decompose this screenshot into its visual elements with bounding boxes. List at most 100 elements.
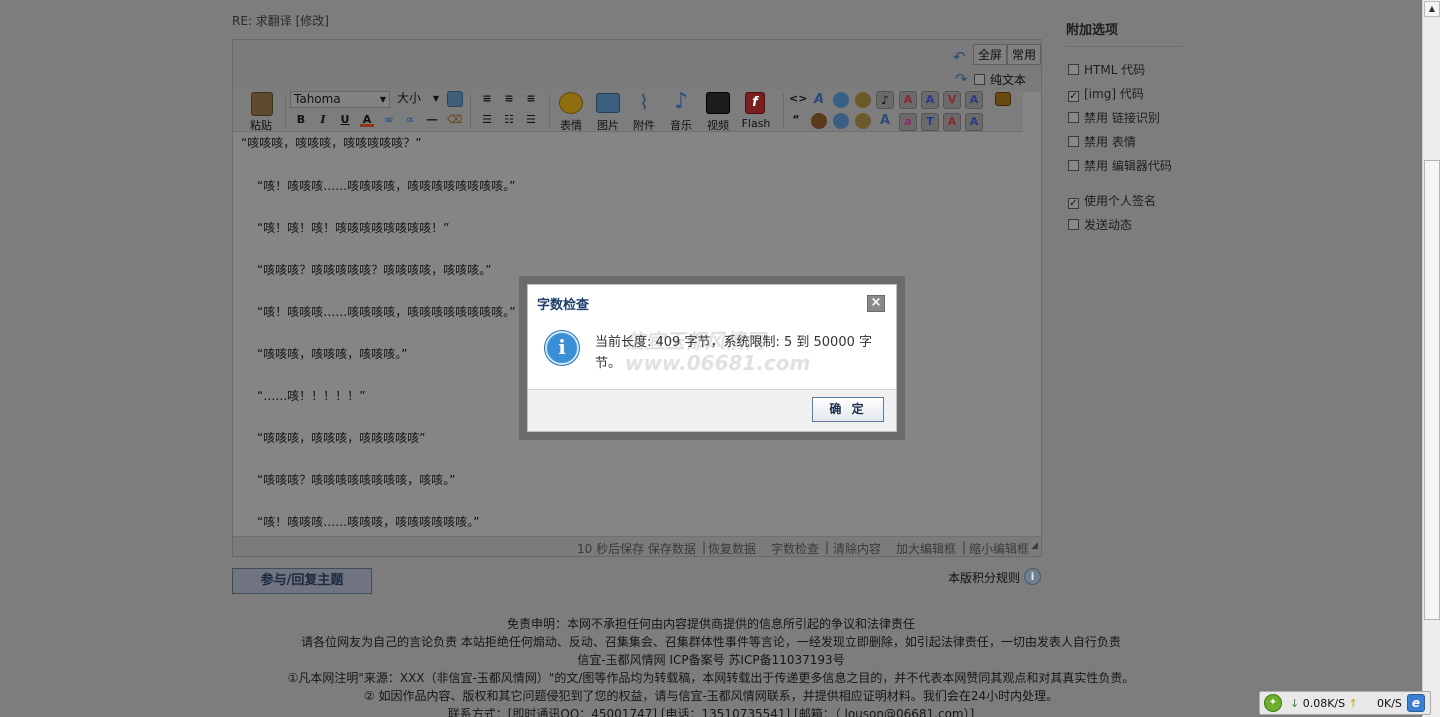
dialog-title: 字数检查 [537, 298, 590, 313]
checkbox[interactable] [1068, 219, 1079, 230]
footer-disclaimer: 免责申明：本网不承担任何由内容提供商提供的信息所引起的争议和法律责任 [506, 617, 915, 631]
enlarge-editor-link[interactable]: 加大编辑框 [896, 540, 956, 557]
color-wheel-icon[interactable] [855, 92, 871, 108]
align-right-icon[interactable]: ≡ [524, 92, 538, 106]
fullscreen-button[interactable]: 全屏 [973, 44, 1008, 65]
browser-icon[interactable]: e [1407, 694, 1425, 712]
autosave-status[interactable]: 10 秒后保存 保存数据 [577, 540, 696, 557]
undo-icon[interactable]: ↶ [953, 48, 966, 66]
checkbox[interactable] [1068, 64, 1079, 75]
music-icon[interactable]: ♪ [671, 91, 691, 115]
font-color-icon[interactable]: A [360, 113, 374, 127]
flash-icon[interactable]: f [745, 92, 765, 114]
footer-copyright-note: ② 如因作品内容、版权和其它问题侵犯到了您的权益，请与信宜-玉都风情网联系，并提… [363, 689, 1059, 703]
italic-icon[interactable]: I [316, 113, 330, 127]
vertical-scrollbar[interactable]: ▲ [1422, 0, 1440, 717]
font-a-icon[interactable]: A [899, 91, 917, 109]
checkbox[interactable]: ✓ [1068, 198, 1079, 209]
unlink-icon[interactable]: ∝ [403, 113, 417, 127]
font-c-icon[interactable]: V [943, 91, 961, 109]
post-subject[interactable]: RE: 求翻译 [修改] [232, 12, 329, 29]
text-shadow-icon[interactable]: A [877, 113, 893, 129]
font-e-icon[interactable]: a [899, 113, 917, 131]
shrink-editor-link[interactable]: 缩小编辑框 [969, 540, 1029, 557]
common-button[interactable]: 常用 [1007, 44, 1041, 65]
upload-arrow-icon: ↑ [1348, 697, 1358, 710]
bold-icon[interactable]: B [294, 113, 308, 127]
font-f-icon[interactable]: T [921, 113, 939, 131]
chevron-down-icon: ▼ [432, 94, 439, 103]
clear-format-icon[interactable]: ⌫ [447, 113, 463, 127]
font-size-select[interactable]: 大小 ▼ [394, 91, 442, 108]
editor-toolbar-top: ↶ 全屏 常用 ↷ 纯文本 [233, 40, 1041, 92]
accelerator-logo-icon[interactable]: ✦ [1264, 694, 1282, 712]
font-name-select[interactable]: Tahoma ▼ [290, 91, 390, 108]
plain-text-checkbox[interactable] [974, 74, 985, 85]
toolbar-divider [285, 94, 286, 128]
penguin-icon[interactable] [811, 113, 827, 129]
paste-icon[interactable] [251, 92, 273, 116]
plain-text-option[interactable]: 纯文本 [974, 71, 1026, 88]
emoticon-icon[interactable] [559, 92, 583, 114]
horizontal-rule-icon[interactable]: — [425, 113, 439, 127]
status-divider: | [962, 540, 967, 554]
paste-label: 粘贴 [250, 119, 272, 132]
redo-icon[interactable]: ↷ [955, 70, 968, 88]
attachment-icon[interactable]: ⌇ [634, 92, 654, 114]
table-icon[interactable] [447, 91, 463, 107]
resize-handle-icon[interactable]: ◢ [1031, 541, 1038, 551]
scroll-up-arrow-icon[interactable]: ▲ [1424, 1, 1440, 17]
scrollbar-thumb[interactable] [1424, 160, 1440, 620]
text-style-icon[interactable]: A [811, 92, 827, 108]
option-html-code[interactable]: HTML 代码 [1068, 61, 1145, 78]
content-line: “咳！咳！咳！咳咳咳咳咳咳咳咳！” [257, 221, 450, 235]
submit-reply-button[interactable]: 参与/回复主题 [232, 568, 372, 594]
link-icon[interactable]: ∞ [382, 113, 396, 127]
font-g-icon[interactable]: A [943, 113, 961, 131]
clear-content-link[interactable]: 清除内容 [833, 540, 881, 557]
font-h-icon[interactable]: A [965, 113, 983, 131]
word-check-link[interactable]: 字数检查 [771, 540, 819, 557]
option-disable-editor-code[interactable]: 禁用 编辑器代码 [1068, 157, 1172, 174]
font-d-icon[interactable]: A [965, 91, 983, 109]
option-use-signature[interactable]: ✓ 使用个人签名 [1068, 192, 1156, 209]
ordered-list-icon[interactable]: ☷ [502, 113, 516, 127]
footer-contact: 联系方式：[即时通讯QQ：45001747] [电话：13510735541] … [447, 707, 975, 717]
quote-icon[interactable]: “ [789, 113, 803, 127]
indent-icon[interactable]: ☰ [480, 113, 494, 127]
chat-bubble-icon[interactable] [833, 92, 849, 108]
info-icon[interactable]: i [1024, 568, 1041, 585]
rules-link[interactable]: 本版积分规则 [948, 569, 1020, 586]
content-line: “咳咳咳？咳咳咳咳咳咳咳咳，咳咳。” [257, 473, 456, 487]
image-icon[interactable] [596, 93, 620, 113]
option-label: 使用个人签名 [1084, 194, 1157, 208]
checkbox[interactable]: ✓ [1068, 91, 1079, 102]
option-disable-smilies[interactable]: 禁用 表情 [1068, 133, 1136, 150]
option-disable-link[interactable]: 禁用 链接识别 [1068, 109, 1160, 126]
footer-reprint-note: ①凡本网注明"来源：XXX（非信宜-玉都风情网）"的文/图等作品均为转载稿，本网… [287, 671, 1135, 685]
code-icon[interactable]: <> [789, 92, 807, 106]
editor-statusbar: 10 秒后保存 保存数据 | 恢复数据 字数检查 | 清除内容 加大编辑框 | … [233, 536, 1041, 556]
checkbox[interactable] [1068, 136, 1079, 147]
emoticon-label: 表情 [560, 119, 582, 132]
underline-icon[interactable]: U [338, 113, 352, 127]
align-center-icon[interactable]: ≡ [502, 92, 516, 106]
restore-data-link[interactable]: 恢复数据 [708, 540, 756, 557]
checkbox[interactable] [1068, 160, 1079, 171]
message-icon[interactable] [833, 113, 849, 129]
font-b-icon[interactable]: A [921, 91, 939, 109]
align-left-icon[interactable]: ≡ [480, 92, 494, 106]
more-tools-icon[interactable] [995, 92, 1011, 106]
close-icon[interactable]: × [867, 295, 885, 312]
toolbar-divider [783, 94, 784, 128]
palette-icon[interactable] [855, 113, 871, 129]
note-icon[interactable]: ♪ [876, 91, 894, 109]
checkbox[interactable] [1068, 112, 1079, 123]
dialog-message: 当前长度: 409 字节，系统限制: 5 到 50000 字 [595, 335, 872, 350]
unordered-list-icon[interactable]: ☰ [524, 113, 538, 127]
ok-button[interactable]: 确 定 [812, 397, 884, 422]
video-icon[interactable] [706, 92, 730, 114]
content-line: “咳！咳咳咳……咳咳咳咳，咳咳咳咳咳咳咳咳。” [257, 179, 516, 193]
option-send-feed[interactable]: 发送动态 [1068, 216, 1132, 233]
option-img-code[interactable]: ✓ [img] 代码 [1068, 85, 1144, 102]
